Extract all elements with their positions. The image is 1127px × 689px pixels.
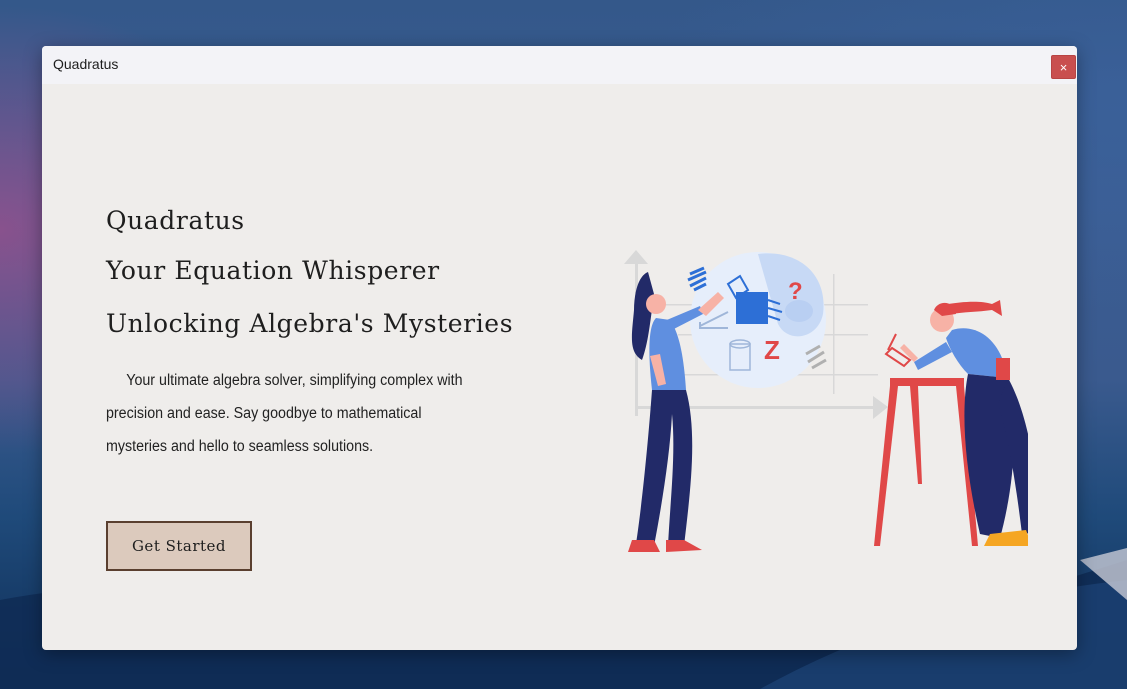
math-illustration: ? Z: [624, 250, 1028, 552]
close-button[interactable]: ×: [1051, 55, 1076, 79]
formula-bubble: ? Z: [687, 252, 827, 388]
hero-description: Your ultimate algebra solver, simplifyin…: [106, 372, 463, 455]
subtitle-heading: Unlocking Algebra's Mysteries: [106, 309, 514, 338]
app-window: Quadratus × Quadratus Your Equation Whis…: [42, 46, 1077, 650]
z-symbol: Z: [764, 335, 780, 365]
window-title: Quadratus: [53, 56, 119, 72]
get-started-button[interactable]: Get Started: [106, 521, 252, 571]
title-bar: Quadratus ×: [42, 46, 1077, 84]
hero-section: Quadratus Your Equation Whisperer Unlock…: [42, 84, 1077, 650]
question-symbol: ?: [788, 278, 803, 305]
tagline-heading: Your Equation Whisperer: [106, 256, 440, 285]
app-name-heading: Quadratus: [106, 206, 245, 235]
